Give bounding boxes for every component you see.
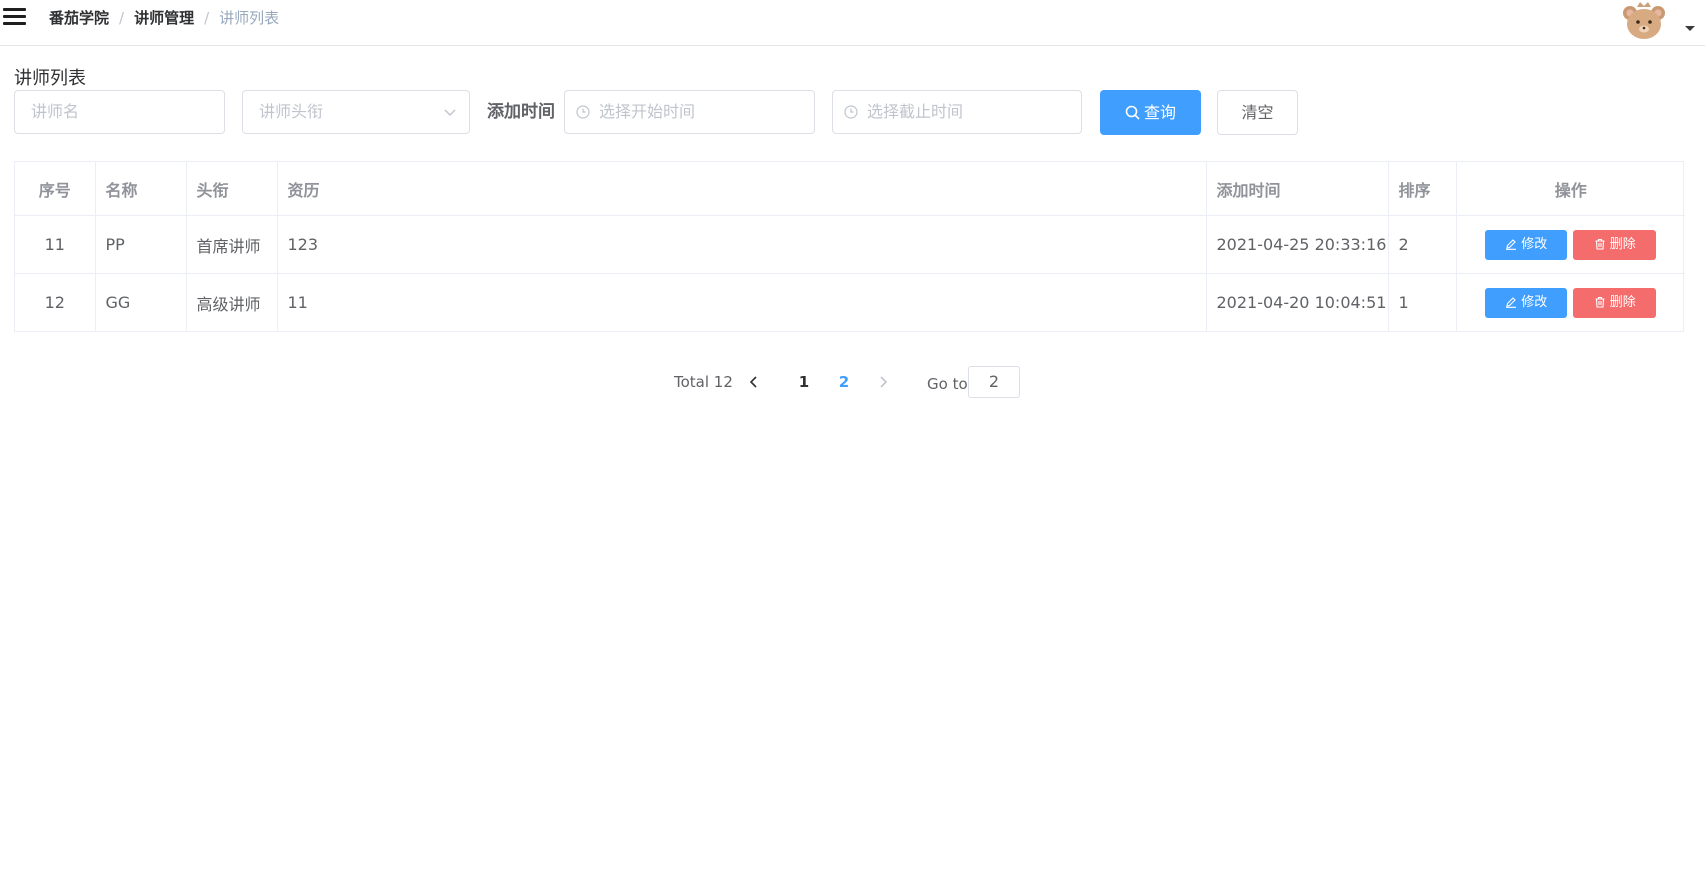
page-title: 讲师列表: [14, 68, 86, 89]
cell-level: 首席讲师: [186, 215, 278, 274]
table-row: 11 PP 首席讲师 123 2021-04-25 20:33:16 2 修改 删…: [15, 215, 1685, 274]
navbar: 番茄学院 / 讲师管理 / 讲师列表: [0, 0, 1705, 46]
cell-actions: 修改 删除: [1456, 215, 1685, 274]
column-header-intro: 资历: [277, 162, 1207, 216]
column-header-level: 头衔: [186, 162, 278, 216]
teacher-name-input[interactable]: 讲师名: [14, 90, 225, 134]
cell-sort: 1: [1388, 273, 1457, 331]
start-time-picker[interactable]: 选择开始时间: [564, 90, 815, 134]
column-header-name: 名称: [95, 162, 187, 216]
clock-icon: [576, 105, 590, 119]
start-time-placeholder: 选择开始时间: [599, 102, 696, 121]
page-number-1[interactable]: 1: [794, 366, 814, 398]
chevron-left-icon[interactable]: [747, 375, 761, 389]
goto-page-input[interactable]: 2: [968, 366, 1020, 398]
table-row: 12 GG 高级讲师 11 2021-04-20 10:04:51 1 修改 删除: [15, 273, 1685, 332]
chevron-right-icon[interactable]: [876, 375, 890, 389]
delete-button-label: 删除: [1609, 236, 1636, 252]
trash-icon: [1595, 238, 1605, 250]
cell-level: 高级讲师: [186, 273, 278, 331]
edit-button-label: 修改: [1521, 294, 1548, 310]
cell-index: 12: [15, 273, 96, 331]
cell-actions: 修改 删除: [1456, 274, 1685, 332]
menu-icon[interactable]: [3, 8, 26, 26]
edit-icon: [1506, 238, 1517, 250]
avatar-icon: [1623, 2, 1665, 39]
edit-button-label: 修改: [1521, 236, 1548, 252]
breadcrumb-item-home[interactable]: 番茄学院: [49, 9, 109, 27]
column-header-sort: 排序: [1388, 162, 1457, 216]
breadcrumb-item-current: 讲师列表: [219, 9, 280, 27]
add-time-label: 添加时间: [487, 102, 555, 122]
query-button-label: 查询: [1143, 103, 1176, 122]
cell-add-time: 2021-04-20 10:04:51: [1206, 273, 1389, 331]
cell-intro: 11: [277, 273, 1207, 331]
teacher-level-select[interactable]: 讲师头衔: [242, 90, 470, 134]
query-button[interactable]: 查询: [1100, 90, 1201, 135]
cell-name: PP: [95, 215, 187, 274]
user-menu[interactable]: [1620, 0, 1695, 40]
column-header-index: 序号: [15, 162, 96, 216]
teacher-level-placeholder: 讲师头衔: [259, 102, 324, 121]
edit-icon: [1506, 296, 1517, 308]
cell-name: GG: [95, 273, 187, 331]
teacher-name-placeholder: 讲师名: [31, 102, 80, 121]
page-number-2-active[interactable]: 2: [834, 366, 854, 398]
cell-add-time: 2021-04-25 20:33:16: [1206, 215, 1389, 274]
cell-index: 11: [15, 215, 96, 274]
end-time-placeholder: 选择截止时间: [867, 102, 964, 121]
table-header-row: 序号 名称 头衔 资历 添加时间 排序 操作: [15, 162, 1685, 216]
trash-icon: [1595, 296, 1605, 308]
breadcrumb-item-teacher-manage[interactable]: 讲师管理: [134, 9, 194, 27]
chevron-down-icon: [444, 109, 456, 117]
delete-button[interactable]: 删除: [1573, 287, 1657, 318]
breadcrumb-separator: /: [119, 9, 125, 27]
delete-button[interactable]: 删除: [1573, 229, 1657, 260]
pagination-total: Total 12: [674, 373, 733, 391]
end-time-picker[interactable]: 选择截止时间: [832, 90, 1082, 134]
cell-intro: 123: [277, 215, 1207, 274]
column-header-actions: 操作: [1456, 162, 1685, 216]
cell-sort: 2: [1388, 215, 1457, 274]
clock-icon: [844, 105, 858, 119]
search-icon: [1125, 105, 1140, 120]
edit-button[interactable]: 修改: [1485, 229, 1568, 260]
caret-down-icon: [1685, 26, 1695, 31]
edit-button[interactable]: 修改: [1485, 287, 1568, 318]
breadcrumb: 番茄学院 / 讲师管理 / 讲师列表: [49, 8, 279, 28]
breadcrumb-separator: /: [204, 9, 210, 27]
goto-label: Go to: [927, 375, 968, 393]
column-header-add-time: 添加时间: [1206, 162, 1389, 216]
clear-button[interactable]: 清空: [1217, 90, 1298, 135]
delete-button-label: 删除: [1609, 294, 1636, 310]
teacher-table: 序号 名称 头衔 资历 添加时间 排序 操作 11 PP 首席讲师 123 20…: [14, 161, 1685, 332]
